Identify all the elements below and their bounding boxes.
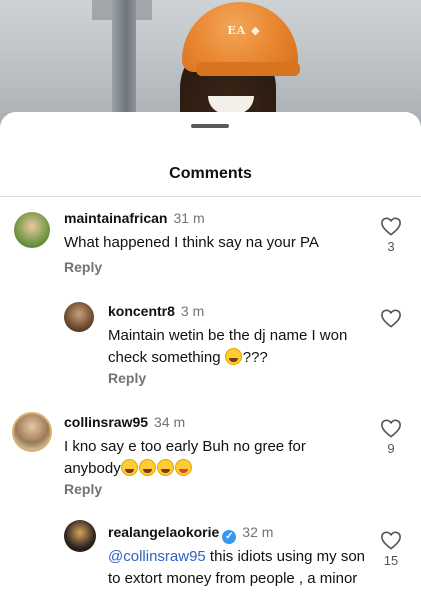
comment-time: 34 m [154, 414, 186, 430]
comment-username[interactable]: realangelaokorie ✓ 32 m [108, 524, 273, 544]
like-count: 3 [387, 239, 395, 254]
comment-time: 32 m [242, 524, 274, 540]
comment-username[interactable]: maintainafrican 31 m [64, 210, 205, 226]
comment-text: @collinsraw95 this idiots using my son t… [108, 546, 370, 590]
laughing-emoji-icon [120, 459, 138, 476]
comment-time: 3 m [180, 303, 205, 319]
username-link[interactable]: collinsraw95 [64, 414, 148, 430]
avatar[interactable] [14, 212, 50, 248]
heart-outline-icon[interactable] [380, 216, 402, 236]
username-link[interactable]: realangelaokorie [108, 524, 219, 540]
username-link[interactable]: maintainafrican [64, 210, 167, 226]
avatar[interactable] [64, 520, 96, 552]
heart-outline-icon[interactable] [380, 530, 402, 550]
laughing-emoji-icon [224, 348, 242, 365]
reply-button[interactable]: Reply [108, 370, 146, 386]
laughing-emoji-icon [156, 459, 174, 476]
laughing-emoji-icon [138, 459, 156, 476]
comment-username[interactable]: collinsraw95 34 m [64, 414, 185, 430]
heart-outline-icon[interactable] [380, 308, 402, 328]
sheet-title: Comments [169, 165, 252, 182]
comments-sheet: Comments maintainafrican 31 m What happen… [0, 112, 421, 603]
username-link[interactable]: koncentr8 [108, 303, 175, 319]
drag-handle[interactable] [191, 124, 229, 128]
comment-text-part: ??? [242, 349, 268, 366]
comment-time: 31 m [173, 210, 205, 226]
tongue-emoji-icon [174, 459, 192, 476]
reply-button[interactable]: Reply [64, 481, 102, 497]
comment-username[interactable]: koncentr8 3 m [108, 303, 204, 319]
heart-outline-icon[interactable] [380, 418, 402, 438]
reply-button[interactable]: Reply [64, 259, 102, 275]
like-count: 15 [383, 553, 399, 568]
verified-badge-icon: ✓ [222, 530, 237, 544]
cap-logo: EA ◆ [227, 24, 261, 37]
background-photo: EA ◆ [0, 0, 421, 130]
comment-text: What happened I think say na your PA [64, 234, 319, 251]
comment-text: Maintain wetin be the dj name I won chec… [108, 325, 368, 369]
like-count: 9 [387, 441, 395, 456]
comment-text: I kno say e too early Buh no gree for an… [64, 436, 364, 480]
avatar[interactable] [12, 412, 52, 452]
divider [0, 196, 421, 197]
avatar[interactable] [64, 302, 94, 332]
mention-link[interactable]: @collinsraw95 [108, 548, 206, 565]
